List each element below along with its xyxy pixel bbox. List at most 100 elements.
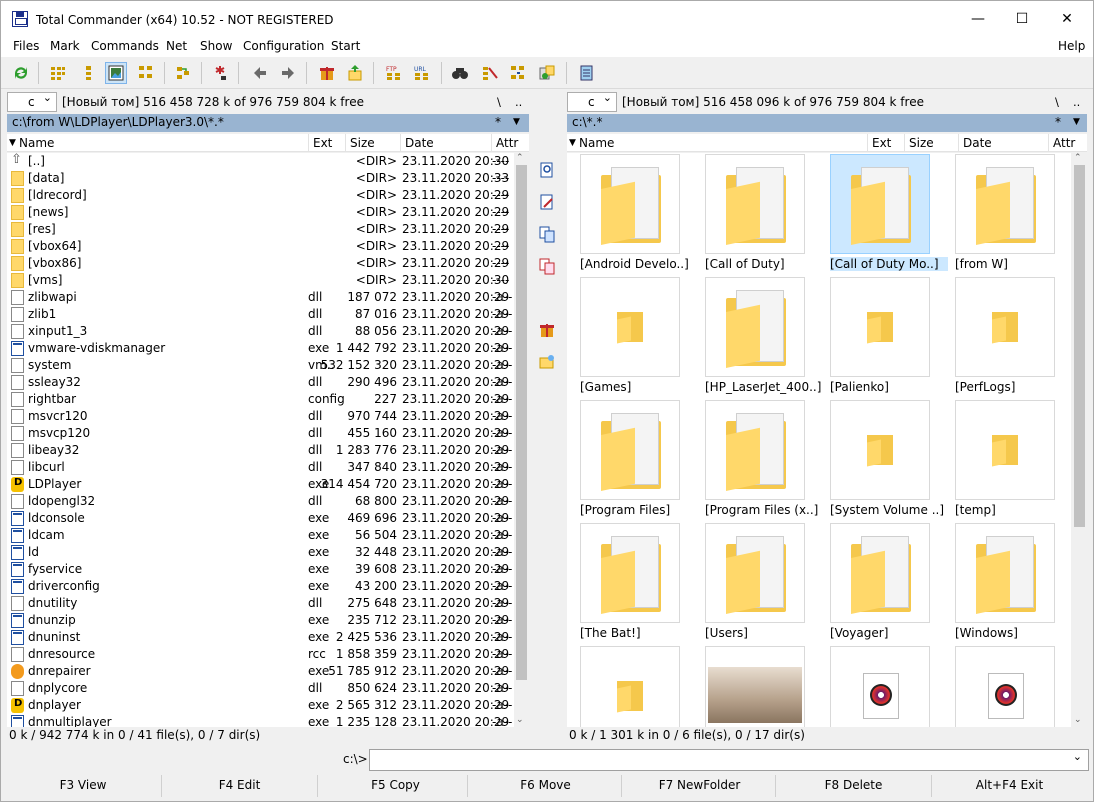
menu-net[interactable]: Net [166,39,187,53]
left-col-size[interactable]: Size [350,136,375,150]
scroll-down-icon[interactable]: ⌄ [1074,715,1082,725]
back-icon[interactable] [249,62,271,84]
thumbnail-tile[interactable]: [Voyager] [822,523,940,641]
file-row[interactable]: dnplycore dll 850 624 23.11.2020 20:29 -a-- [7,680,514,697]
move-file-icon[interactable] [538,257,556,275]
file-row[interactable]: [news] <DIR> 23.11.2020 20:29 ---- [7,204,514,221]
file-row[interactable]: ld exe 32 448 23.11.2020 20:29 -a-- [7,544,514,561]
notepad-icon[interactable] [575,62,597,84]
file-row[interactable]: dnrepairer exe 51 785 912 23.11.2020 20:29-… [7,663,514,680]
f7-newfolder-button[interactable]: F7 NewFolder [621,775,777,797]
right-col-attr[interactable]: Attr [1053,136,1075,150]
left-drive-select[interactable]: c [7,91,57,112]
left-history-dropdown-icon[interactable]: ▼ [513,117,520,127]
file-row[interactable]: ldopengl32 dll 68 800 23.11.2020 20:29 -a-- [7,493,514,510]
detailed-view-icon[interactable] [77,62,99,84]
ftp-connect-icon[interactable]: FTP [383,62,405,84]
menu-configuration[interactable]: Configuration [243,39,324,53]
left-file-list[interactable]: [..]<DIR>23.11.2020 20:30----[data]<DIR>… [7,153,514,727]
thumbnail-tile[interactable]: [PerfLogs] [947,277,1065,395]
file-row[interactable]: zlibwapi dll 187 072 23.11.2020 20:29 -a-- [7,289,514,306]
unpack-icon[interactable] [344,62,366,84]
scroll-up-icon[interactable]: ⌃ [1074,153,1082,163]
menu-start[interactable]: Start [331,39,360,53]
file-row[interactable]: vmware-vdiskmanager exe 1 442 792 23.11.202… [7,340,514,357]
command-input[interactable] [369,749,1089,771]
right-col-size[interactable]: Size [909,136,934,150]
file-row[interactable]: dnplayerexe2 565 31223.11.2020 20:29-a-- [7,697,514,714]
file-row[interactable]: [data] <DIR> 23.11.2020 20:33 ---- [7,170,514,187]
menu-commands[interactable]: Commands [91,39,159,53]
thumbnail-tile[interactable]: [Windows] [947,523,1065,641]
maximize-button[interactable]: ☐ [999,1,1045,37]
thumbnail-tile[interactable]: [System Volume ..] [822,400,944,518]
thumbnail-tile[interactable]: [Call of Duty Mo..] [822,154,948,272]
copy-file-icon[interactable] [538,225,556,243]
thumbnail-tile[interactable]: [Program Files] [572,400,690,518]
file-row[interactable]: dnunzip exe 235 712 23.11.2020 20:29 -a-- [7,612,514,629]
scroll-down-icon[interactable]: ⌄ [516,715,524,725]
left-path-bar[interactable]: c:\from W\LDPlayer\LDPlayer3.0\*.* * ▼ [7,114,529,132]
f8-delete-button[interactable]: F8 Delete [775,775,931,797]
thumbnail-tile[interactable] [697,646,815,727]
file-row[interactable]: msvcr120 dll 970 744 23.11.2020 20:29 -a-- [7,408,514,425]
sync-dirs-icon[interactable] [507,62,529,84]
pack-icon[interactable] [316,62,338,84]
thumbnail-tile[interactable]: [HP_LaserJet_400..] [697,277,821,395]
left-col-date[interactable]: Date [405,136,434,150]
right-history-button[interactable]: * [1055,115,1061,129]
right-thumbnail-grid[interactable]: [Android Develo..] [Call of Duty] [Call of… [567,153,1071,727]
right-scrollbar[interactable]: ⌃ ⌄ [1072,153,1087,727]
file-row[interactable]: [vbox64] <DIR> 23.11.2020 20:29 ---- [7,238,514,255]
file-row[interactable]: libeay32 dll 1 283 776 23.11.2020 20:29 -a-- [7,442,514,459]
thumbnail-tile[interactable]: [Games] [572,277,690,395]
f5-copy-button[interactable]: F5 Copy [317,775,473,797]
file-row[interactable]: [res] <DIR> 23.11.2020 20:29 ---- [7,221,514,238]
file-row[interactable]: dnuninst exe 2 425 536 23.11.2020 20:29 -a-- [7,629,514,646]
file-row[interactable]: dnutility dll 275 648 23.11.2020 20:29 -a-- [7,595,514,612]
right-col-name[interactable]: Name [579,136,614,150]
left-history-button[interactable]: * [495,115,501,129]
menu-help[interactable]: Help [1058,39,1085,53]
left-up-button[interactable]: .. [515,95,522,109]
thumbnail-tile[interactable]: [from W] [947,154,1065,272]
thumbnail-tile[interactable]: [The Bat!] [572,523,690,641]
file-row[interactable]: [vbox86] <DIR> 23.11.2020 20:29 ---- [7,255,514,272]
right-scroll-thumb[interactable] [1074,165,1085,527]
f3-view-button[interactable]: F3 View [5,775,161,797]
file-row[interactable]: msvcp120 dll 455 160 23.11.2020 20:29 -a-- [7,425,514,442]
thumbnail-tile[interactable]: [Users] [697,523,815,641]
thumbnail-tile[interactable]: [Android Develo..] [572,154,690,272]
file-row[interactable]: ldconsole exe 469 696 23.11.2020 20:29 -a-- [7,510,514,527]
file-row[interactable]: driverconfig exe 43 200 23.11.2020 20:29 -a-… [7,578,514,595]
thumbnail-tile[interactable] [822,646,940,727]
thumbnail-tile[interactable]: [Program Files (x..] [697,400,818,518]
search-icon[interactable] [449,62,471,84]
right-col-ext[interactable]: Ext [872,136,891,150]
right-col-date[interactable]: Date [963,136,992,150]
thumbnail-tile[interactable]: [Call of Duty] [697,154,815,272]
file-row[interactable]: [ldrecord] <DIR> 23.11.2020 20:29 ---- [7,187,514,204]
file-row[interactable]: ldcam exe 56 504 23.11.2020 20:29 -a-- [7,527,514,544]
edit-file-icon[interactable] [538,193,556,211]
brief-view-icon[interactable] [47,62,69,84]
right-root-button[interactable]: \ [1055,95,1059,109]
pack-files-icon[interactable] [538,321,556,339]
new-folder-icon[interactable] [538,353,556,371]
minimize-button[interactable]: — [955,1,1001,37]
right-path-bar[interactable]: c:\*.* * ▼ [567,114,1087,132]
file-row[interactable]: LDPlayerexe314 454 72023.11.2020 20:29-a… [7,476,514,493]
left-col-name[interactable]: Name [19,136,54,150]
invert-selection-icon[interactable] [172,62,194,84]
file-row[interactable]: [vms] <DIR> 23.11.2020 20:30 ---- [7,272,514,289]
compare-icon[interactable] [536,62,558,84]
left-root-button[interactable]: \ [497,95,501,109]
forward-icon[interactable] [277,62,299,84]
left-col-attr[interactable]: Attr [496,136,518,150]
thumbnail-view-icon[interactable] [105,62,127,84]
thumbnail-tile[interactable] [947,646,1065,727]
tree-view-icon[interactable] [135,62,157,84]
close-button[interactable]: ✕ [1044,1,1090,37]
file-row[interactable]: rightbar config 227 23.11.2020 20:29 -a-- [7,391,514,408]
multi-rename-icon[interactable] [479,62,501,84]
